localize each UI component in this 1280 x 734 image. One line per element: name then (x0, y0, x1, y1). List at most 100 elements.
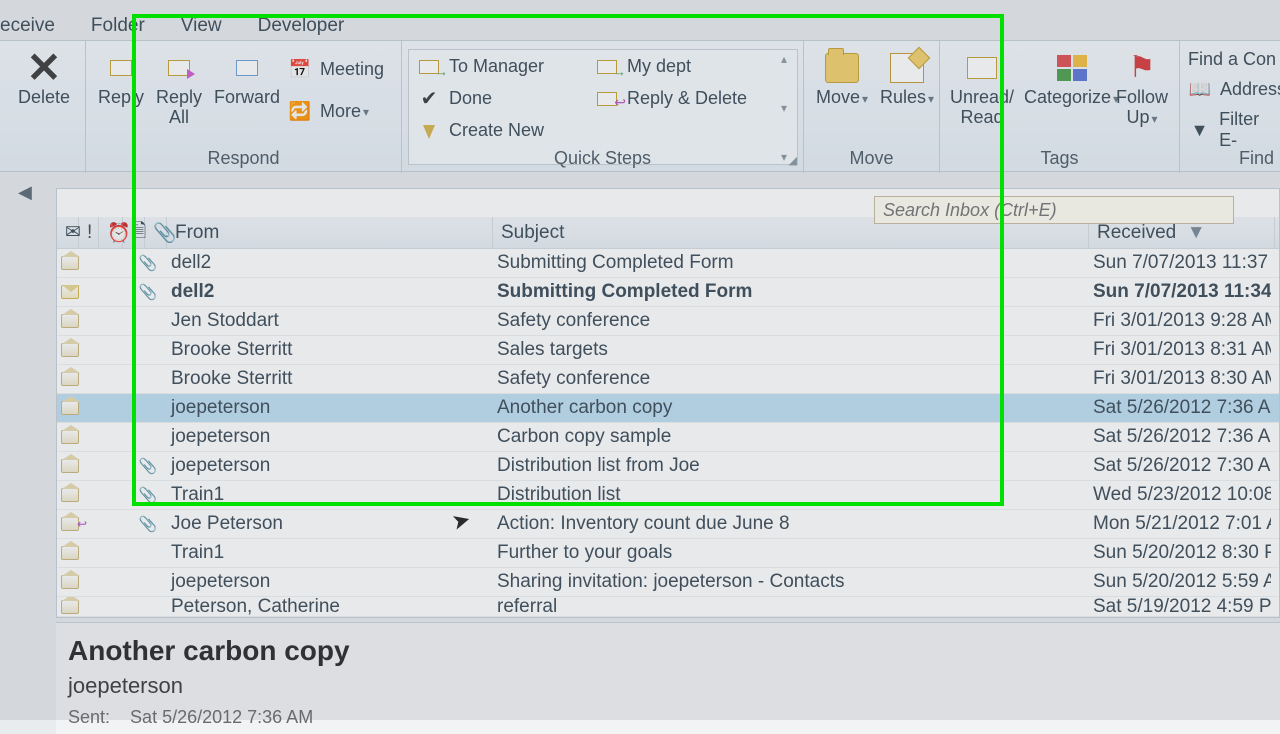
tab-receive[interactable]: eceive (0, 15, 73, 37)
message-row[interactable]: Jen StoddartSafety conferenceFri 3/01/20… (57, 307, 1279, 336)
row-received: Sun 7/07/2013 11:37 A (1085, 252, 1271, 274)
forward-button[interactable]: Forward (214, 49, 280, 107)
message-row[interactable]: 📎dell2Submitting Completed FormSun 7/07/… (57, 249, 1279, 278)
row-subject: referral (489, 597, 1085, 617)
row-received: Sat 5/26/2012 7:36 AM (1085, 397, 1271, 419)
dialog-launcher-icon[interactable]: ◢ (789, 154, 797, 167)
row-from: dell2 (163, 252, 489, 274)
row-from: Peterson, Catherine (163, 597, 489, 617)
qs-done[interactable]: ✔ Done (417, 88, 492, 109)
meeting-button[interactable]: 📅 Meeting (288, 59, 384, 80)
row-from: joepeterson (163, 571, 489, 593)
more-button[interactable]: 🔁 More (288, 101, 369, 122)
row-attachment: 📎 (133, 283, 163, 301)
qs-create-new[interactable]: Create New (417, 120, 544, 141)
envelope-reply-icon (597, 92, 617, 106)
reply-button[interactable]: Reply (98, 49, 144, 107)
delete-button[interactable]: ✕ Delete (18, 49, 70, 107)
message-row[interactable]: Brooke SterrittSafety conferenceFri 3/01… (57, 365, 1279, 394)
move-button[interactable]: Move (816, 49, 868, 109)
col-attachment[interactable]: 📎 (145, 217, 167, 248)
reading-sender: joepeterson (68, 673, 1268, 699)
filter-email-button[interactable]: ▼ Filter E- (1188, 109, 1280, 151)
message-row[interactable]: 📎joepetersonDistribution list from JoeSa… (57, 452, 1279, 481)
col-icon[interactable]: 🗎 (123, 217, 145, 248)
row-subject: Sales targets (489, 339, 1085, 361)
col-from[interactable]: From (167, 217, 493, 248)
follow-up-button[interactable]: ⚑ Follow Up (1116, 49, 1168, 129)
reading-subject: Another carbon copy (68, 635, 1268, 667)
row-received: Sat 5/19/2012 4:59 PM (1085, 597, 1271, 617)
unread-label-2: Read (961, 107, 1004, 127)
tab-view[interactable]: View (163, 15, 240, 37)
row-received: Sun 5/20/2012 5:59 AM (1085, 571, 1271, 593)
envelope-closed-icon (61, 285, 79, 299)
message-row[interactable]: joepetersonAnother carbon copySat 5/26/2… (57, 394, 1279, 423)
envelope-forward-icon (597, 60, 617, 74)
reply-all-label-1: Reply (156, 87, 202, 107)
row-subject: Safety conference (489, 368, 1085, 390)
message-row[interactable]: 📎Train1Distribution listWed 5/23/2012 10… (57, 481, 1279, 510)
row-status-icons (57, 314, 133, 328)
scroll-down-icon[interactable]: ▾ (781, 101, 787, 115)
categorize-button[interactable]: Categorize (1024, 49, 1119, 109)
row-received: Fri 3/01/2013 8:30 AM (1085, 368, 1271, 390)
envelope-icon (168, 60, 190, 76)
qs-to-manager[interactable]: To Manager (417, 56, 544, 77)
envelope-icon (236, 60, 258, 76)
row-subject: Sharing invitation: joepeterson - Contac… (489, 571, 1085, 593)
message-row[interactable]: Brooke SterrittSales targetsFri 3/01/201… (57, 336, 1279, 365)
envelope-open-icon (61, 314, 79, 328)
ribbon: ✕ Delete Reply Reply All Forward 📅 Meeti… (0, 40, 1280, 172)
reply-all-button[interactable]: Reply All (156, 49, 202, 127)
address-book-button[interactable]: 📖 Address (1188, 79, 1280, 100)
find-contact-button[interactable]: Find a Con (1188, 49, 1276, 70)
envelope-open-icon (61, 488, 79, 502)
unread-read-button[interactable]: Unread/ Read (950, 49, 1014, 127)
row-subject: Action: Inventory count due June 8 (489, 513, 1085, 535)
tab-folder[interactable]: Folder (73, 15, 163, 37)
envelope-open-icon (61, 546, 79, 560)
row-status-icons (57, 546, 133, 560)
rules-button[interactable]: Rules (880, 49, 934, 109)
message-row[interactable]: Train1Further to your goalsSun 5/20/2012… (57, 539, 1279, 568)
find-contact-label: Find a Con (1188, 49, 1276, 70)
scroll-up-icon[interactable]: ▴ (781, 52, 787, 66)
move-label: Move (816, 87, 868, 109)
row-from: Train1 (163, 484, 489, 506)
envelope-open-icon (61, 600, 79, 614)
nav-collapse-button[interactable]: ◀ (18, 182, 32, 203)
row-status-icons (57, 430, 133, 444)
qs-label: To Manager (449, 56, 544, 77)
envelope-icon (967, 57, 997, 79)
row-from: joepeterson (163, 455, 489, 477)
envelope-icon (110, 60, 132, 76)
filter-label: Filter E- (1219, 109, 1280, 151)
message-row[interactable]: 📎dell2Submitting Completed FormSun 7/07/… (57, 278, 1279, 307)
group-move: Move Rules Move (804, 41, 940, 173)
qs-reply-delete[interactable]: Reply & Delete (595, 88, 747, 109)
search-input[interactable] (874, 196, 1234, 224)
col-reminder-bell[interactable]: ⏰ (99, 217, 123, 248)
address-label: Address (1220, 79, 1280, 100)
reading-sent: Sent: Sat 5/26/2012 7:36 AM (68, 707, 1268, 728)
meeting-label: Meeting (320, 59, 384, 80)
message-row[interactable]: Peterson, CatherinereferralSat 5/19/2012… (57, 597, 1279, 617)
envelope-open-icon (61, 575, 79, 589)
message-row[interactable]: joepetersonSharing invitation: joepeters… (57, 568, 1279, 597)
qs-my-dept[interactable]: My dept (595, 56, 691, 77)
row-from: Joe Peterson (163, 513, 489, 535)
paperclip-icon: 📎 (139, 515, 158, 533)
row-status-icons (57, 372, 133, 386)
row-attachment: 📎 (133, 486, 163, 504)
tab-developer[interactable]: Developer (240, 15, 363, 37)
col-reminder[interactable]: ! (79, 217, 99, 248)
envelope-open-icon (61, 256, 79, 270)
message-row[interactable]: ↩📎Joe PetersonAction: Inventory count du… (57, 510, 1279, 539)
delete-label: Delete (18, 87, 70, 107)
group-respond: Reply Reply All Forward 📅 Meeting 🔁 More… (86, 41, 402, 173)
message-row[interactable]: joepetersonCarbon copy sampleSat 5/26/20… (57, 423, 1279, 452)
envelope-open-icon (61, 430, 79, 444)
row-status-icons (57, 343, 133, 357)
col-importance[interactable]: ✉ (57, 217, 79, 248)
